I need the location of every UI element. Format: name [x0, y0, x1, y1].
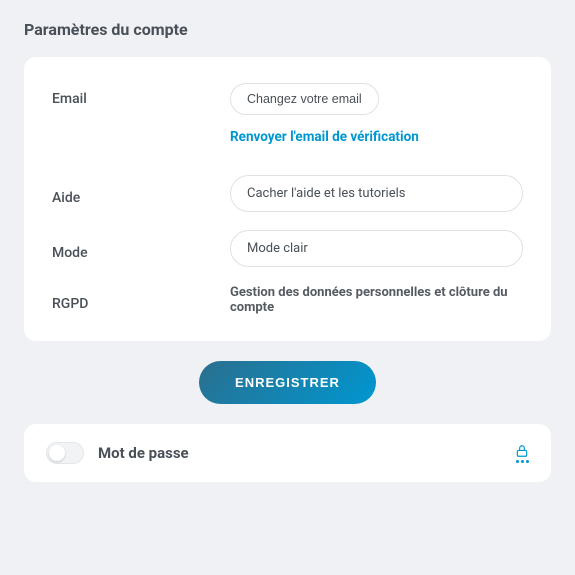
resend-verification-link[interactable]: Renvoyer l'email de vérification: [230, 129, 523, 145]
rgpd-text: Gestion des données personnelles et clôt…: [230, 285, 523, 315]
row-mode: Mode Mode clair: [52, 230, 523, 267]
row-help: Aide Cacher l'aide et les tutoriels: [52, 175, 523, 212]
page-title: Paramètres du compte: [24, 20, 551, 39]
save-button[interactable]: ENREGISTRER: [199, 361, 376, 404]
label-email: Email: [52, 83, 230, 107]
password-card: Mot de passe: [24, 424, 551, 482]
help-select[interactable]: Cacher l'aide et les tutoriels: [230, 175, 523, 212]
change-email-button[interactable]: Changez votre email: [230, 83, 379, 115]
settings-card: Email Changez votre email Renvoyer l'ema…: [24, 57, 551, 341]
label-rgpd: RGPD: [52, 288, 230, 312]
label-help: Aide: [52, 182, 230, 206]
lock-icon: [515, 444, 529, 463]
password-label: Mot de passe: [98, 444, 501, 462]
label-mode: Mode: [52, 237, 230, 261]
mode-select[interactable]: Mode clair: [230, 230, 523, 267]
row-email: Email Changez votre email Renvoyer l'ema…: [52, 83, 523, 145]
row-rgpd: RGPD Gestion des données personnelles et…: [52, 285, 523, 315]
password-toggle[interactable]: [46, 442, 84, 464]
